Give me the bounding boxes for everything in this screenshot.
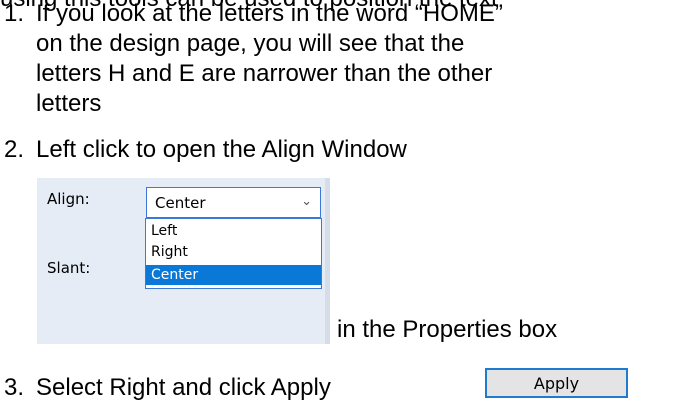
align-dropdown[interactable]: Center ⌄ [146, 187, 321, 218]
properties-panel: Align: Center ⌄ Left Right Center Slant: [37, 178, 330, 344]
chevron-down-icon[interactable]: ⌄ [301, 194, 312, 209]
step-line: If you look at the letters in the word “… [36, 0, 503, 27]
step-text: Left click to open the Align Window [36, 136, 407, 163]
step-number: 2. [4, 136, 25, 163]
step-line: on the design page, you will see that th… [36, 30, 465, 57]
align-label: Align: [47, 190, 90, 208]
step-number: 3. [4, 374, 25, 401]
panel-divider [325, 178, 330, 344]
step-1: 1. If you look at the letters in the wor… [0, 0, 679, 120]
properties-box-text: in the Properties box [337, 316, 558, 343]
step-number: 1. [4, 0, 25, 27]
apply-button[interactable]: Apply [485, 368, 628, 398]
align-options-list[interactable]: Left Right Center [145, 218, 322, 289]
step-line: letters [36, 90, 102, 117]
slant-label: Slant: [47, 259, 91, 277]
step-3: 3. Select Right and click Apply [0, 368, 480, 401]
step-line: letters H and E are narrower than the ot… [36, 60, 493, 87]
align-option-right[interactable]: Right [146, 242, 321, 262]
step-2: 2. Left click to open the Align Window [0, 128, 679, 163]
step-text: Select Right and click Apply [36, 374, 331, 401]
align-selected-value: Center [155, 194, 206, 212]
align-option-center[interactable]: Center [146, 265, 321, 285]
align-option-left[interactable]: Left [146, 221, 321, 241]
